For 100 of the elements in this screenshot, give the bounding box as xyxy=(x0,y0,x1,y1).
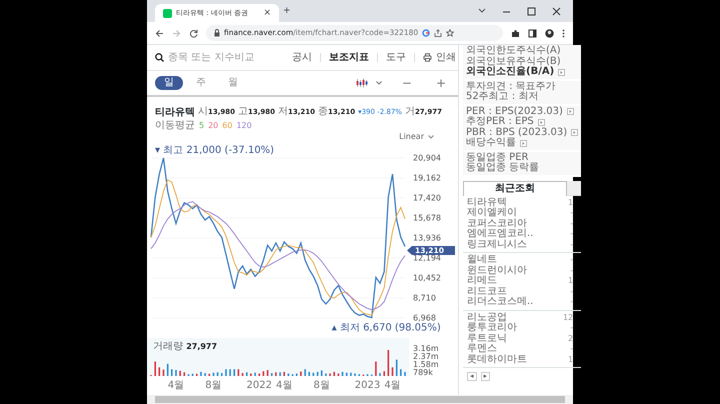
zoom-button[interactable]: + xyxy=(432,77,450,89)
favicon-icon xyxy=(163,8,172,18)
recent-stock-link[interactable]: 롯데하이마트 xyxy=(467,354,527,365)
new-tab-button[interactable]: + xyxy=(283,6,291,16)
recent-stock-link[interactable]: 코퍼스코리아 xyxy=(467,218,527,229)
axis-tick-label: 8,710 xyxy=(413,294,436,302)
recent-count: 1 xyxy=(568,198,574,208)
info-label: 배당수익률 xyxy=(466,138,516,148)
period-tab[interactable]: 일 xyxy=(155,76,183,90)
recent-stock-link[interactable]: 엠에프엠코리.. xyxy=(467,229,534,240)
recent-count: - xyxy=(570,229,574,240)
recent-count: 1 xyxy=(568,276,574,286)
scale-dropdown[interactable]: Linear xyxy=(399,132,434,142)
recent-stock-link[interactable]: 루멘스 xyxy=(467,344,497,354)
recent-stock-link[interactable]: 리더스코스메.. xyxy=(467,297,534,308)
high-price-marker: ▾ 최고 21,000 (-37.10%) xyxy=(155,145,274,156)
axis-tick-label: 789k xyxy=(413,368,433,377)
info-label: 외국인한도주식수(A) xyxy=(466,46,561,56)
recent-count: - xyxy=(570,266,574,276)
recent-count: - xyxy=(570,240,574,250)
caret-down-icon[interactable] xyxy=(376,81,382,85)
recent-stock-link[interactable]: 룽투코리아 xyxy=(467,323,517,334)
axis-tick-label: 4월 xyxy=(276,380,292,391)
avatar-icon[interactable] xyxy=(545,28,554,38)
volume-label: 거래량 27,977 xyxy=(153,341,218,352)
recent-count: - xyxy=(570,344,574,354)
axis-tick-label: 17,420 xyxy=(413,194,441,202)
recent-stock-link[interactable]: 링크제니시스 xyxy=(467,240,527,250)
candlestick-icon[interactable] xyxy=(356,78,368,88)
recent-stock-link[interactable]: 티라유텍 xyxy=(467,198,507,208)
chevron-down-icon[interactable] xyxy=(478,8,486,14)
recent-count: - xyxy=(570,297,574,308)
axis-tick-label: 6,968 xyxy=(413,314,436,322)
back-arrow-icon[interactable] xyxy=(155,28,164,38)
recent-stock-link[interactable]: 리메드 xyxy=(467,276,497,286)
info-label: 추정PER : EPS xyxy=(466,117,534,127)
recent-stock-link[interactable]: 제이엘케이 xyxy=(467,208,517,218)
axis-tick-label: 4월 xyxy=(384,380,401,391)
recent-count: - xyxy=(570,286,574,297)
axis-tick-label: 1.58m xyxy=(413,360,439,369)
recent-stock-link[interactable]: 리드코프 xyxy=(467,286,507,297)
axis-tick-label: 15,678 xyxy=(413,214,441,222)
recent-stock-link[interactable]: 윈드런이시아 xyxy=(467,266,527,276)
axis-tick-label: 8월 xyxy=(205,380,222,391)
recent-stock-link[interactable]: 리노공업 xyxy=(467,312,507,323)
expand-toggle-icon[interactable] xyxy=(566,108,574,116)
moving-average-period[interactable]: 120 xyxy=(236,119,252,132)
info-label: 동일업종 등락률 xyxy=(466,163,540,174)
more-menu-icon[interactable] xyxy=(562,28,565,38)
recent-count: - xyxy=(570,255,574,266)
toolbar-link[interactable]: 공시 xyxy=(292,50,312,65)
info-label: 외국인소진율(B/A) xyxy=(466,67,554,78)
recent-stock-link[interactable]: 루트로닉 xyxy=(467,334,507,344)
recent-count: - xyxy=(570,208,574,218)
low-price-marker: ▴ 최저 6,670 (98.05%) xyxy=(332,322,441,334)
expand-toggle-icon[interactable] xyxy=(558,68,566,76)
axis-tick-label: 2.37m xyxy=(413,352,439,361)
maximize-icon[interactable] xyxy=(527,6,536,16)
info-label: PER : EPS(2023.03) xyxy=(466,106,563,116)
info-label: 외국인보유주식수(B) xyxy=(466,56,561,66)
toolbar-link[interactable]: 도구 xyxy=(386,50,406,65)
axis-tick-label: 8월 xyxy=(314,380,330,391)
recent-count: 2 xyxy=(568,334,574,344)
info-label: 투자의견 : 목표주가 xyxy=(466,82,556,92)
axis-tick-label: 19,162 xyxy=(413,174,441,182)
tab-close-button[interactable]: × xyxy=(263,8,271,18)
info-label: 52주최고 : 최저 xyxy=(466,92,538,102)
lock-icon xyxy=(214,29,220,37)
axis-tick-label: 3.16m xyxy=(413,344,439,353)
expand-toggle-icon[interactable] xyxy=(571,129,578,136)
share-icon[interactable] xyxy=(434,29,442,37)
axis-tick-label: 2023 xyxy=(354,380,380,391)
zoom-button[interactable]: − xyxy=(398,77,416,89)
caret-down-icon xyxy=(428,135,434,139)
axis-tick-label: 2022 xyxy=(246,380,272,391)
info-label: PBR : BPS (2023.03) xyxy=(466,128,568,138)
toolbar-link[interactable]: 인쇄 xyxy=(423,50,456,65)
reload-icon[interactable] xyxy=(189,28,198,38)
search-icon[interactable] xyxy=(155,53,164,62)
toolbar-link[interactable]: 보조지표 xyxy=(329,50,369,65)
axis-tick-label: 4월 xyxy=(168,380,184,391)
recent-count: - xyxy=(570,218,574,229)
axis-tick-label: 13,936 xyxy=(413,234,441,242)
expand-toggle-icon[interactable] xyxy=(520,140,527,147)
stock-name: 티라유텍 xyxy=(155,106,195,118)
recent-stock-link[interactable]: 윌네트 xyxy=(467,255,497,266)
recent-count: 12 xyxy=(562,312,574,323)
axis-tick-label: 20,904 xyxy=(413,154,441,162)
close-icon[interactable] xyxy=(552,6,561,16)
axis-tick-label: 10,452 xyxy=(413,274,441,282)
side-panel-icon[interactable] xyxy=(528,28,537,38)
recent-count: - xyxy=(570,323,574,334)
recent-count: 1 xyxy=(568,354,574,365)
recent-tab[interactable]: 최근조회 xyxy=(463,180,568,196)
info-label: 동일업종 PER xyxy=(466,152,528,162)
moving-average-label: 이동평균 xyxy=(155,119,195,132)
expand-toggle-icon[interactable] xyxy=(538,118,545,126)
star-icon[interactable] xyxy=(446,29,454,37)
horizontal-scrollbar[interactable] xyxy=(147,395,573,404)
printer-icon xyxy=(423,53,432,62)
